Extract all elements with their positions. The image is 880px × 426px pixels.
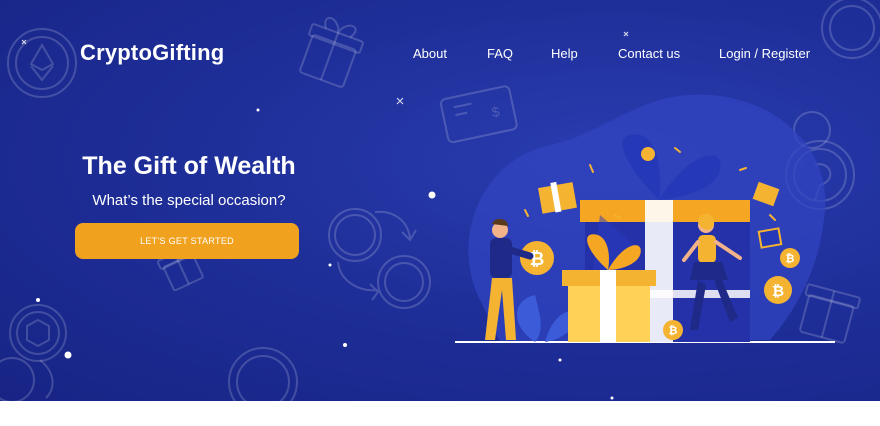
hero-section: $ CryptoGifting About FAQ Help Contact u… <box>0 0 880 401</box>
nav-about[interactable]: About <box>413 46 447 61</box>
cardano-coin-icon <box>228 347 298 401</box>
get-started-button[interactable]: LET'S GET STARTED <box>75 223 299 259</box>
nav-help[interactable]: Help <box>551 46 578 61</box>
page-below-hero <box>0 401 880 426</box>
bitcoin-coin-icon <box>377 255 431 309</box>
svg-text:₿: ₿ <box>669 325 678 337</box>
ethereum-coin-icon <box>7 28 77 98</box>
chainlink-coin-icon <box>9 304 67 362</box>
nav-faq[interactable]: FAQ <box>487 46 513 61</box>
gift-illustration: ₿ ₿ ₿ ₿ <box>455 94 835 343</box>
nav-contact-us[interactable]: Contact us <box>618 46 680 61</box>
nav-login-register[interactable]: Login / Register <box>719 46 810 61</box>
main-nav: About FAQ Help Contact us Login / Regist… <box>0 46 880 62</box>
hero-headline: The Gift of Wealth <box>82 152 296 180</box>
hero-subheadline: What’s the special occasion? <box>92 192 286 209</box>
dollar-exchange-icon <box>328 208 417 301</box>
svg-text:₿: ₿ <box>530 249 545 269</box>
svg-text:₿: ₿ <box>786 253 795 265</box>
svg-text:₿: ₿ <box>772 283 784 300</box>
